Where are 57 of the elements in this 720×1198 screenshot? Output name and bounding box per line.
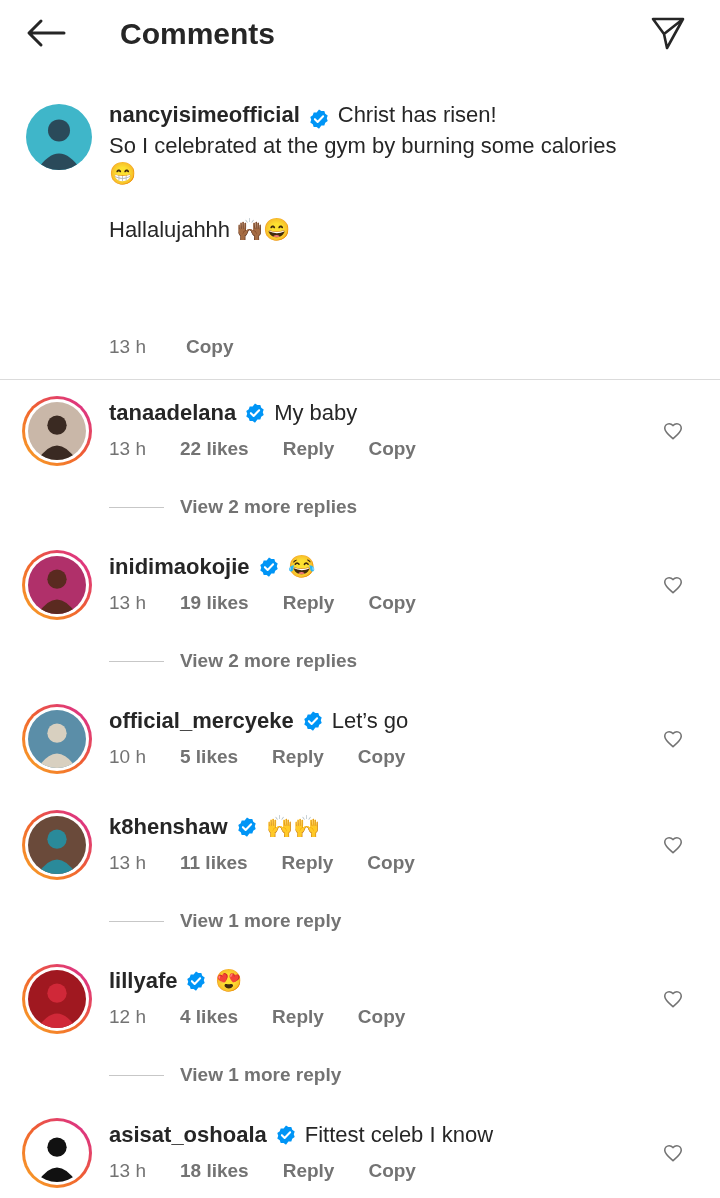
like-count[interactable]: 11 likes [180, 849, 248, 877]
reply-link[interactable]: Reply [282, 589, 335, 617]
view-replies-link[interactable]: View 1 more reply [180, 907, 342, 935]
avatar[interactable] [28, 556, 86, 614]
comment-text: lillyafe 😍 [109, 967, 244, 995]
username-link[interactable]: official_mercyeke [109, 707, 294, 735]
reply-link[interactable]: Reply [282, 1157, 335, 1185]
avatar[interactable] [28, 402, 86, 460]
copy-link[interactable]: Copy [357, 1003, 406, 1031]
post-caption: nancyisimeofficial Christ has risen! So I celebrated at the gym by burning some calories 😁 Hallalujahhh 🙌🏾😄 [109, 101, 618, 244]
heart-icon[interactable] [662, 574, 684, 596]
avatar[interactable] [28, 970, 86, 1028]
timestamp: 13 h [109, 1159, 146, 1183]
timestamp: 13 h [109, 851, 146, 875]
username-link[interactable]: k8henshaw [109, 813, 228, 841]
view-replies-link[interactable]: View 1 more reply [180, 1061, 342, 1089]
timestamp: 10 h [109, 745, 146, 769]
comment-text: tanaadelana My baby [109, 399, 359, 427]
view-replies-link[interactable]: View 2 more replies [180, 493, 358, 521]
page-title: Comments [120, 15, 276, 52]
comment-text: asisat_oshoala Fittest celeb I know [109, 1121, 495, 1149]
like-count[interactable]: 4 likes [180, 1003, 239, 1031]
heart-icon[interactable] [662, 420, 684, 442]
comment-text: inidimaokojie 😂 [109, 553, 316, 581]
send-icon[interactable] [650, 15, 686, 51]
copy-link[interactable]: Copy [368, 1157, 416, 1185]
copy-link[interactable]: Copy [368, 589, 416, 617]
username-link[interactable]: asisat_oshoala [109, 1121, 267, 1149]
username-link[interactable]: nancyisimeofficial [109, 102, 300, 127]
username-link[interactable]: tanaadelana [109, 399, 237, 427]
like-count[interactable]: 5 likes [180, 743, 239, 771]
avatar[interactable] [28, 816, 86, 874]
comment-text: official_mercyeke Let’s go [109, 707, 410, 735]
reply-link[interactable]: Reply [272, 1003, 324, 1031]
copy-link[interactable]: Copy [368, 435, 416, 463]
comment-text: k8henshaw 🙌🙌 [109, 813, 321, 841]
heart-icon[interactable] [662, 988, 684, 1010]
reply-link[interactable]: Reply [282, 435, 335, 463]
heart-icon[interactable] [662, 834, 684, 856]
like-count[interactable]: 19 likes [180, 589, 249, 617]
timestamp: 12 h [109, 1005, 146, 1029]
back-arrow-icon[interactable] [26, 18, 66, 48]
username-link[interactable]: lillyafe [109, 967, 178, 995]
timestamp: 13 h [109, 335, 146, 359]
reply-link[interactable]: Reply [272, 743, 324, 771]
heart-icon[interactable] [662, 1142, 684, 1164]
like-count[interactable]: 18 likes [180, 1157, 249, 1185]
username-link[interactable]: inidimaokojie [109, 553, 250, 581]
timestamp: 13 h [109, 437, 146, 461]
view-replies-link[interactable]: View 2 more replies [180, 647, 358, 675]
like-count[interactable]: 22 likes [180, 435, 249, 463]
timestamp: 13 h [109, 591, 146, 615]
heart-icon[interactable] [662, 728, 684, 750]
reply-link[interactable]: Reply [281, 849, 334, 877]
copy-link[interactable]: Copy [186, 333, 234, 361]
copy-link[interactable]: Copy [367, 849, 415, 877]
copy-link[interactable]: Copy [357, 743, 406, 771]
